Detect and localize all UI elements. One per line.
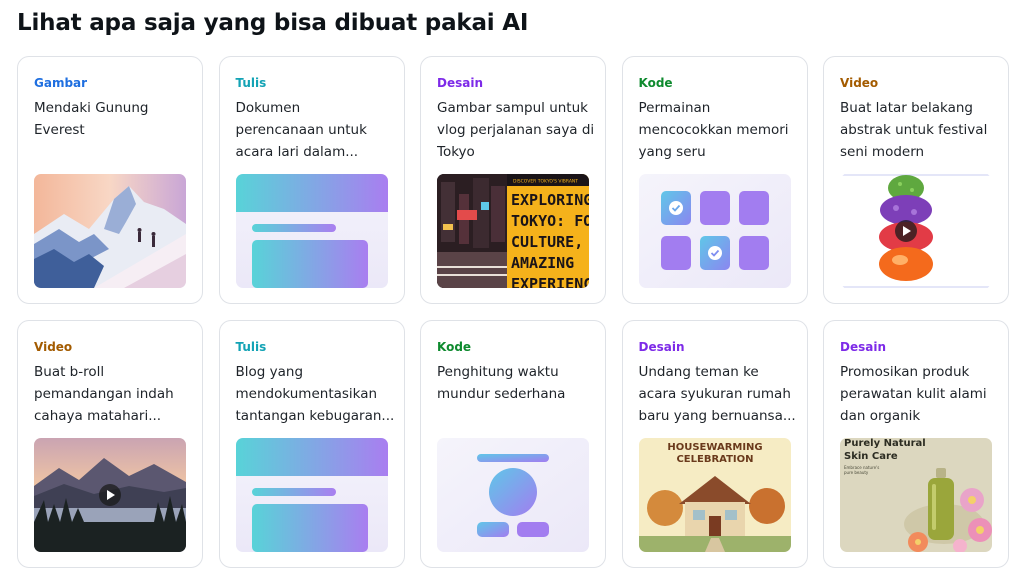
example-card-desain-tokyo[interactable]: Desain Gambar sampul untuk vlog perjalan…: [420, 56, 606, 304]
card-description-line: abstrak untuk festival: [840, 122, 988, 138]
card-description-line: mendokumentasikan: [235, 386, 378, 402]
card-description: Mendaki Gunung Everest: [34, 97, 194, 141]
card-description-line: tantangan kebugaran...: [235, 408, 395, 424]
card-description-line: acara syukuran rumah: [638, 386, 791, 402]
skincare-promo-thumbnail: Purely Natural Skin Care Embrace nature'…: [840, 438, 992, 552]
check-icon: [668, 201, 683, 215]
card-category: Video: [840, 76, 879, 90]
tokyo-cover-line: EXPLORING: [511, 191, 589, 209]
example-card-video-broll[interactable]: Video Buat b-roll pemandangan indah caha…: [17, 320, 203, 568]
abstract-video-thumbnail: [840, 174, 992, 288]
card-description-line: vlog perjalanan saya di: [437, 122, 595, 138]
tokyo-cover-line: AMAZING: [511, 254, 574, 272]
tokyo-cover-line: EXPERIENC: [511, 275, 589, 288]
check-icon: [707, 246, 722, 260]
card-description-line: acara lari dalam...: [235, 144, 359, 160]
blog-illustration-thumbnail: [235, 438, 388, 552]
card-description-line: pemandangan indah: [34, 386, 174, 402]
card-description-line: Gambar sampul untuk: [437, 100, 588, 116]
example-card-gambar-everest[interactable]: Gambar Mendaki Gunung Everest: [17, 56, 203, 304]
memory-game-thumbnail: [638, 174, 791, 288]
card-description: Promosikan produk perawatan kulit alami …: [840, 361, 1000, 427]
card-category: Kode: [638, 76, 673, 90]
card-category: Desain: [638, 340, 685, 354]
card-description-line: mundur sederhana: [437, 386, 566, 402]
card-description-line: seni modern: [840, 144, 925, 160]
example-card-kode-timer[interactable]: Kode Penghitung waktu mundur sederhana: [420, 320, 606, 568]
housewarming-title-line: CELEBRATION: [676, 454, 753, 465]
card-description-line: dan organik: [840, 408, 921, 424]
card-description-line: Undang teman ke: [638, 364, 759, 380]
card-description-line: mencocokkan memori: [638, 122, 789, 138]
examples-grid: Gambar Mendaki Gunung Everest Tulis Doku…: [17, 56, 1009, 568]
page-title: Lihat apa saja yang bisa dibuat pakai AI: [17, 10, 529, 36]
card-category: Tulis: [235, 340, 267, 354]
tokyo-cover-line: TOKYO: FO: [511, 212, 589, 230]
card-description-line: cahaya matahari...: [34, 408, 162, 424]
example-card-tulis-dokumen[interactable]: Tulis Dokumen perencanaan untuk acara la…: [218, 56, 405, 304]
card-description-line: Everest: [34, 122, 85, 138]
card-description: Undang teman ke acara syukuran rumah bar…: [639, 361, 799, 427]
card-description-line: Penghitung waktu: [437, 364, 559, 380]
card-description-line: perawatan kulit alami: [840, 386, 987, 402]
card-category: Kode: [437, 340, 472, 354]
card-description: Buat latar belakang abstrak untuk festiv…: [840, 97, 1000, 163]
mountain-image-thumbnail: [34, 174, 186, 288]
card-description-line: yang seru: [638, 144, 706, 160]
card-description-line: Permainan: [638, 100, 711, 116]
housewarming-invitation-thumbnail: HOUSEWARMING CELEBRATION: [638, 438, 791, 552]
example-card-desain-housewarming[interactable]: Desain Undang teman ke acara syukuran ru…: [621, 320, 808, 568]
card-category: Desain: [840, 340, 886, 354]
card-description-line: Buat b-roll: [34, 364, 105, 380]
card-description: Permainan mencocokkan memori yang seru: [639, 97, 799, 163]
card-description: Dokumen perencanaan untuk acara lari dal…: [236, 97, 396, 163]
card-description-line: perencanaan untuk: [235, 122, 367, 138]
card-description: Blog yang mendokumentasikan tantangan ke…: [236, 361, 396, 427]
card-description-line: Tokyo: [437, 144, 475, 160]
card-description-line: Buat latar belakang: [840, 100, 973, 116]
example-card-video-abstract[interactable]: Video Buat latar belakang abstrak untuk …: [823, 56, 1009, 304]
card-description: Penghitung waktu mundur sederhana: [437, 361, 597, 405]
skincare-headline: Purely Natural: [844, 438, 926, 449]
card-description-line: Dokumen: [235, 100, 301, 116]
tokyo-vlog-cover-thumbnail: DISCOVER TOKYO'S VIBRANT EXPLORING TOKYO…: [437, 174, 589, 288]
sunrise-landscape-video-thumbnail: [34, 438, 186, 552]
card-description-line: Mendaki Gunung: [34, 100, 149, 116]
countdown-timer-thumbnail: [437, 438, 589, 552]
card-description-line: baru yang bernuansa...: [638, 408, 796, 424]
card-category: Gambar: [34, 76, 88, 90]
document-illustration-thumbnail: [235, 174, 388, 288]
tokyo-banner-text: DISCOVER TOKYO'S VIBRANT: [513, 179, 578, 185]
card-description: Gambar sampul untuk vlog perjalanan saya…: [437, 97, 597, 163]
card-category: Video: [34, 340, 73, 354]
housewarming-title-line: HOUSEWARMING: [667, 442, 762, 453]
example-card-desain-skincare[interactable]: Desain Promosikan produk perawatan kulit…: [823, 320, 1009, 568]
card-category: Desain: [437, 76, 483, 90]
example-card-tulis-blog[interactable]: Tulis Blog yang mendokumentasikan tantan…: [218, 320, 405, 568]
skincare-tagline: pure beauty: [844, 470, 869, 475]
card-description: Buat b-roll pemandangan indah cahaya mat…: [34, 361, 194, 427]
card-description-line: Promosikan produk: [840, 364, 970, 380]
card-category: Tulis: [235, 76, 267, 90]
card-description-line: Blog yang: [235, 364, 304, 380]
example-card-kode-memory-game[interactable]: Kode Permainan mencocokkan memori yang s…: [621, 56, 808, 304]
skincare-headline: Skin Care: [844, 451, 898, 462]
tokyo-cover-line: CULTURE,: [511, 233, 583, 251]
